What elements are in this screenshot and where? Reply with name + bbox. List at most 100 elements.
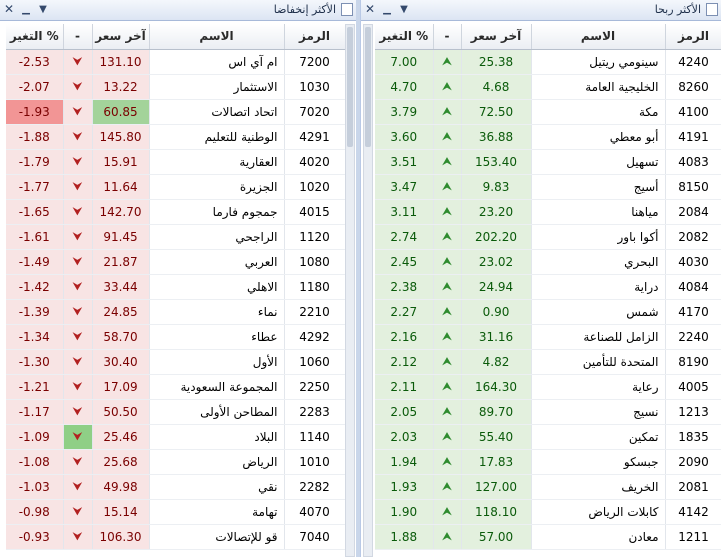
name-cell: معادن bbox=[531, 524, 666, 550]
arrow-up-icon: ⮝ bbox=[441, 404, 453, 418]
change-pct-cell: 3.47 bbox=[375, 174, 434, 200]
table-row[interactable]: -1.42 ⮟ 33.44 الاهلي 1180 bbox=[6, 274, 346, 300]
header-name[interactable]: الاسم bbox=[531, 24, 666, 50]
table-row[interactable]: 1.93 ⮝ 127.00 الخريف 2081 bbox=[375, 474, 721, 500]
header-change-pct[interactable]: التغير % bbox=[375, 24, 434, 50]
table-row[interactable]: -1.17 ⮟ 50.50 المطاحن الأولى 2283 bbox=[6, 399, 346, 425]
window-icon[interactable] bbox=[706, 3, 718, 16]
header-direction[interactable]: - bbox=[63, 24, 93, 50]
table-row[interactable]: 3.60 ⮝ 36.88 أبو معطي 4191 bbox=[375, 124, 721, 150]
table-row[interactable]: 1.94 ⮝ 17.83 جبسكو 2090 bbox=[375, 449, 721, 475]
arrow-up-icon: ⮝ bbox=[441, 429, 453, 443]
table-row[interactable]: -1.49 ⮟ 21.87 العربي 1080 bbox=[6, 249, 346, 275]
arrow-up-icon: ⮝ bbox=[441, 529, 453, 543]
direction-cell: ⮝ bbox=[433, 449, 462, 475]
last-price-cell: 17.83 bbox=[461, 449, 532, 475]
symbol-cell: 1213 bbox=[665, 399, 721, 425]
losers-scrollbar[interactable] bbox=[345, 24, 355, 557]
table-row[interactable]: -1.79 ⮟ 15.91 العقارية 4020 bbox=[6, 149, 346, 175]
dropdown-icon[interactable]: ▼ bbox=[397, 2, 411, 17]
symbol-cell: 1020 bbox=[284, 174, 346, 200]
table-row[interactable]: -2.07 ⮟ 13.22 الاستثمار 1030 bbox=[6, 74, 346, 100]
losers-rows: -2.53 ⮟ 131.10 ام آي اس 7200 -2.07 ⮟ 13.22 الاست… bbox=[6, 49, 346, 550]
table-row[interactable]: 2.05 ⮝ 89.70 نسيج 1213 bbox=[375, 399, 721, 425]
arrow-up-icon: ⮝ bbox=[441, 79, 453, 93]
name-cell: المتحدة للتأمين bbox=[531, 349, 666, 375]
table-row[interactable]: 3.79 ⮝ 72.50 مكة 4100 bbox=[375, 99, 721, 125]
table-row[interactable]: -1.34 ⮟ 58.70 عطاء 4292 bbox=[6, 324, 346, 350]
last-price-cell: 202.20 bbox=[461, 224, 532, 250]
symbol-cell: 1140 bbox=[284, 424, 346, 450]
table-row[interactable]: 3.47 ⮝ 9.83 أسيج 8150 bbox=[375, 174, 721, 200]
arrow-up-icon: ⮝ bbox=[441, 504, 453, 518]
symbol-cell: 4191 bbox=[665, 124, 721, 150]
table-row[interactable]: 2.38 ⮝ 24.94 دراية 4084 bbox=[375, 274, 721, 300]
table-row[interactable]: -2.53 ⮟ 131.10 ام آي اس 7200 bbox=[6, 49, 346, 75]
gainers-scrollbar[interactable] bbox=[363, 24, 373, 557]
gainers-title: الأكثر ربحا bbox=[654, 3, 701, 16]
table-row[interactable]: 2.12 ⮝ 4.82 المتحدة للتأمين 8190 bbox=[375, 349, 721, 375]
direction-cell: ⮟ bbox=[63, 524, 93, 550]
table-row[interactable]: -1.21 ⮟ 17.09 المجموعة السعودية 2250 bbox=[6, 374, 346, 400]
table-row[interactable]: 4.70 ⮝ 4.68 الخليجية العامة 8260 bbox=[375, 74, 721, 100]
change-pct-cell: 3.11 bbox=[375, 199, 434, 225]
table-row[interactable]: 2.27 ⮝ 0.90 شمس 4170 bbox=[375, 299, 721, 325]
header-change-pct[interactable]: التغير % bbox=[6, 24, 64, 50]
table-row[interactable]: 3.11 ⮝ 23.20 مياهنا 2084 bbox=[375, 199, 721, 225]
direction-cell: ⮟ bbox=[63, 74, 93, 100]
header-name[interactable]: الاسم bbox=[149, 24, 285, 50]
losers-table-container: التغير % - آخر سعر الاسم الرمز -2.53 ⮟ 131… bbox=[6, 24, 346, 550]
direction-cell: ⮝ bbox=[433, 124, 462, 150]
arrow-down-icon: ⮟ bbox=[72, 404, 83, 418]
table-row[interactable]: -1.77 ⮟ 11.64 الجزيرة 1020 bbox=[6, 174, 346, 200]
arrow-up-icon: ⮝ bbox=[441, 179, 453, 193]
header-symbol[interactable]: الرمز bbox=[665, 24, 721, 50]
table-row[interactable]: -1.88 ⮟ 145.80 الوطنية للتعليم 4291 bbox=[6, 124, 346, 150]
table-row[interactable]: -0.98 ⮟ 15.14 تهامة 4070 bbox=[6, 499, 346, 525]
table-row[interactable]: -1.93 ⮟ 60.85 اتحاد اتصالات 7020 bbox=[6, 99, 346, 125]
dropdown-icon[interactable]: ▼ bbox=[36, 2, 50, 17]
table-row[interactable]: -1.08 ⮟ 25.68 الرياض 1010 bbox=[6, 449, 346, 475]
direction-cell: ⮝ bbox=[433, 324, 462, 350]
minimize-icon[interactable]: ▁ bbox=[19, 2, 33, 17]
table-row[interactable]: -0.93 ⮟ 106.30 قو للإتصالات 7040 bbox=[6, 524, 346, 550]
direction-cell: ⮝ bbox=[433, 349, 462, 375]
table-row[interactable]: -1.09 ⮟ 25.46 البلاد 1140 bbox=[6, 424, 346, 450]
minimize-icon[interactable]: ▁ bbox=[380, 2, 394, 17]
direction-cell: ⮟ bbox=[63, 274, 93, 300]
table-row[interactable]: 1.90 ⮝ 118.10 كابلات الرياض 4142 bbox=[375, 499, 721, 525]
close-icon[interactable]: ✕ bbox=[363, 2, 377, 17]
header-last-price[interactable]: آخر سعر bbox=[461, 24, 532, 50]
table-row[interactable]: -1.65 ⮟ 142.70 جمجوم فارما 4015 bbox=[6, 199, 346, 225]
losers-scroll-thumb[interactable] bbox=[347, 27, 353, 147]
window-icon[interactable] bbox=[341, 3, 353, 16]
losers-table: التغير % - آخر سعر الاسم الرمز -2.53 ⮟ 131… bbox=[6, 24, 346, 550]
header-last-price[interactable]: آخر سعر bbox=[92, 24, 150, 50]
change-pct-cell: 1.93 bbox=[375, 474, 434, 500]
table-row[interactable]: 2.45 ⮝ 23.02 البحري 4030 bbox=[375, 249, 721, 275]
table-row[interactable]: -1.39 ⮟ 24.85 نماء 2210 bbox=[6, 299, 346, 325]
header-direction[interactable]: - bbox=[433, 24, 462, 50]
table-row[interactable]: 2.74 ⮝ 202.20 أكوا باور 2082 bbox=[375, 224, 721, 250]
table-row[interactable]: 2.11 ⮝ 164.30 رعاية 4005 bbox=[375, 374, 721, 400]
table-row[interactable]: 3.51 ⮝ 153.40 تسهيل 4083 bbox=[375, 149, 721, 175]
direction-cell: ⮝ bbox=[433, 399, 462, 425]
table-row[interactable]: 2.16 ⮝ 31.16 الزامل للصناعة 2240 bbox=[375, 324, 721, 350]
symbol-cell: 1211 bbox=[665, 524, 721, 550]
table-row[interactable]: -1.03 ⮟ 49.98 نقي 2282 bbox=[6, 474, 346, 500]
table-row[interactable]: -1.30 ⮟ 30.40 الأول 1060 bbox=[6, 349, 346, 375]
arrow-down-icon: ⮟ bbox=[72, 329, 83, 343]
symbol-cell: 2283 bbox=[284, 399, 346, 425]
table-row[interactable]: 7.00 ⮝ 25.38 سينومي ريتيل 4240 bbox=[375, 49, 721, 75]
table-row[interactable]: 2.03 ⮝ 55.40 تمكين 1835 bbox=[375, 424, 721, 450]
table-row[interactable]: 1.88 ⮝ 57.00 معادن 1211 bbox=[375, 524, 721, 550]
gainers-scroll-thumb[interactable] bbox=[365, 27, 371, 147]
name-cell: نقي bbox=[149, 474, 285, 500]
table-row[interactable]: -1.61 ⮟ 91.45 الراجحي 1120 bbox=[6, 224, 346, 250]
symbol-cell: 2240 bbox=[665, 324, 721, 350]
symbol-cell: 1080 bbox=[284, 249, 346, 275]
header-symbol[interactable]: الرمز bbox=[284, 24, 346, 50]
symbol-cell: 2082 bbox=[665, 224, 721, 250]
close-icon[interactable]: ✕ bbox=[2, 2, 16, 17]
symbol-cell: 4083 bbox=[665, 149, 721, 175]
